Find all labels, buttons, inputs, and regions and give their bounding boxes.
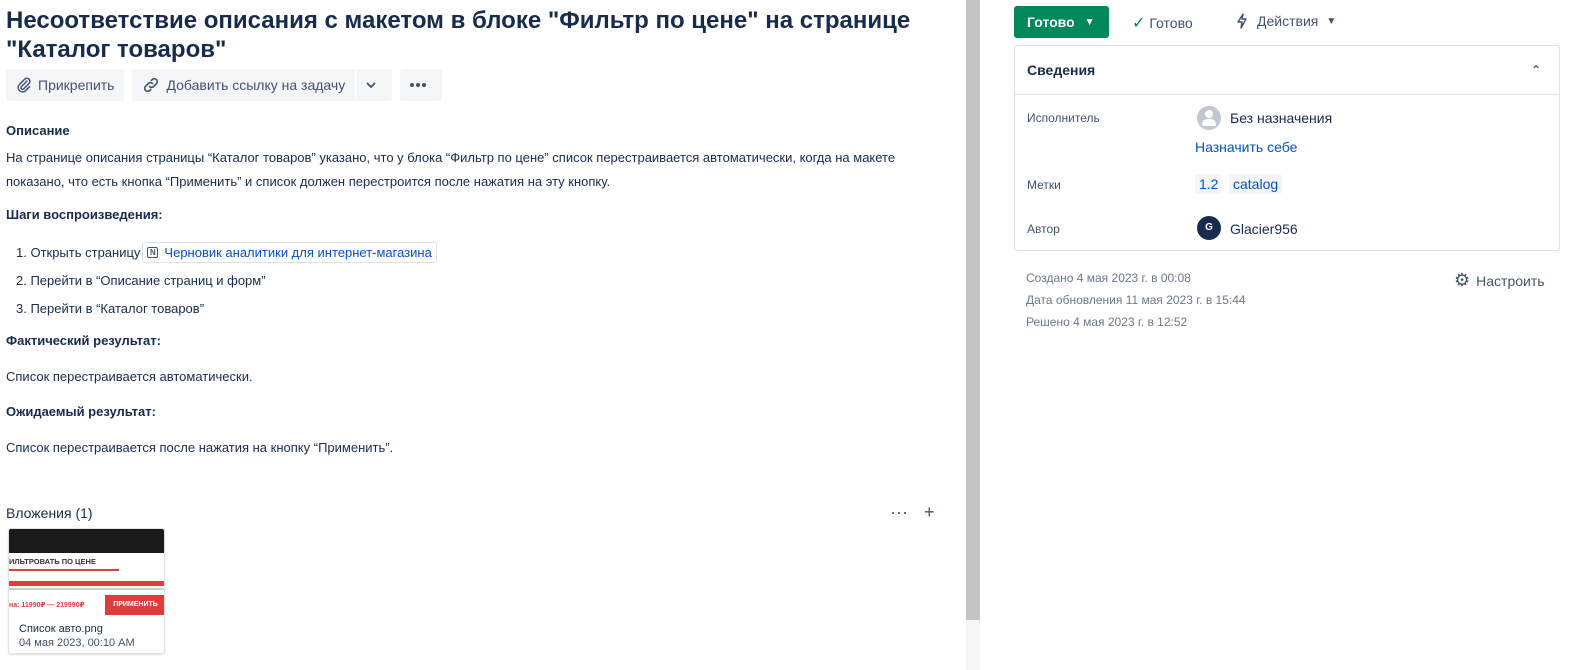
created-date: Создано 4 мая 2023 г. в 00:08 (1026, 271, 1191, 285)
details-panel: Сведения ⌃ Исполнитель Без назначения На… (1014, 45, 1560, 251)
chevron-down-icon: ▼ (1084, 16, 1095, 28)
assignee-value[interactable]: Без назначения (1230, 110, 1332, 126)
preview-divider (9, 588, 164, 590)
attachments-more-icon[interactable]: ··· (890, 502, 908, 522)
check-icon: ✓ (1132, 15, 1146, 32)
expected-result-heading: Ожидаемый результат: (6, 404, 156, 419)
notion-page-icon: N (147, 246, 159, 258)
confluence-page-link[interactable]: N Черновик аналитики для интернет-магази… (142, 241, 437, 263)
list-item: 1. Открыть страницу N Черновик аналитики… (16, 238, 437, 266)
actions-button-label: Действия (1257, 13, 1319, 29)
preview-price-range: на: 11990₽ — 219990₽ (9, 602, 85, 609)
resolution-indicator: ✓ Готово (1132, 13, 1193, 33)
details-header[interactable]: Сведения ⌃ (1015, 46, 1559, 95)
attach-button[interactable]: Прикрепить (6, 69, 125, 101)
description-text: На странице описания страницы “Каталог т… (6, 150, 896, 189)
issue-sidebar: Готово ▼ ✓ Готово Действия ▼ Сведения ⌃ … (980, 0, 1586, 670)
more-actions-button[interactable] (400, 69, 443, 101)
attachment-date: 04 мая 2023, 00:10 AM (19, 637, 135, 649)
chevron-down-icon (366, 82, 376, 89)
issue-title[interactable]: Несоответствие описания с макетом в блок… (6, 6, 956, 64)
link-issue-group: Добавить ссылку на задачу (132, 69, 393, 101)
attachment-preview-image: ИЛЬТРОВАТЬ ПО ЦЕНЕ на: 11990₽ — 219990₽ … (9, 529, 164, 617)
list-item: 2. Перейти в “Описание страниц и форм” (16, 266, 437, 294)
attachment-name: Список авто.png (19, 623, 103, 635)
description-heading: Описание (6, 123, 70, 138)
assign-to-me-link[interactable]: Назначить себе (1195, 139, 1297, 155)
link-issue-button-label: Добавить ссылку на задачу (166, 77, 346, 93)
link-icon (144, 77, 159, 93)
chevron-down-icon: ▼ (1326, 15, 1337, 27)
chevron-up-icon[interactable]: ⌃ (1531, 63, 1541, 77)
add-attachment-icon[interactable]: + (924, 502, 935, 522)
author-value[interactable]: Glacier956 (1230, 221, 1298, 237)
actual-result-text: Список перестраивается автоматически. (6, 369, 253, 384)
configure-label: Настроить (1476, 272, 1545, 289)
attach-button-label: Прикрепить (38, 77, 115, 93)
configure-button[interactable]: ⚙ Настроить (1454, 270, 1545, 291)
status-button-label: Готово (1027, 14, 1075, 30)
actions-button[interactable]: Действия ▼ (1235, 13, 1336, 29)
scrollbar-thumb[interactable] (966, 0, 980, 620)
list-item: 3. Перейти в “Каталог товаров” (16, 294, 437, 322)
paperclip-icon (17, 77, 31, 93)
expected-result-text: Список перестраивается после нажатия на … (6, 440, 394, 455)
resolved-date: Решено 4 мая 2023 г. в 12:52 (1026, 315, 1188, 329)
status-button[interactable]: Готово ▼ (1014, 6, 1109, 38)
actual-result-heading: Фактический результат: (6, 333, 161, 348)
avatar: G (1197, 216, 1221, 240)
issue-main-panel: Несоответствие описания с макетом в блок… (0, 0, 966, 670)
preview-apply-button: ПРИМЕНИТЬ (105, 595, 164, 615)
steps-list: 1. Открыть страницу N Черновик аналитики… (16, 238, 437, 322)
link-issue-button[interactable]: Добавить ссылку на задачу (132, 69, 355, 101)
attachments-actions: ··· + (890, 502, 935, 522)
preview-header-bar (9, 529, 164, 553)
issue-toolbar: Прикрепить Добавить ссылку на задачу (6, 69, 443, 101)
author-label: Автор (1027, 222, 1060, 236)
preview-range-slider (9, 581, 164, 586)
resolution-label: Готово (1149, 15, 1193, 31)
label-chip[interactable]: catalog (1229, 174, 1283, 194)
link-issue-dropdown-button[interactable] (356, 69, 392, 101)
preview-filter-title: ИЛЬТРОВАТЬ ПО ЦЕНЕ (9, 557, 96, 566)
preview-underline (9, 569, 119, 571)
label-chip[interactable]: 1.2 (1195, 174, 1223, 194)
more-icon (410, 83, 427, 87)
gear-icon: ⚙ (1454, 270, 1471, 290)
steps-heading: Шаги воспроизведения: (6, 207, 163, 222)
details-heading: Сведения (1027, 62, 1096, 78)
attachment-card[interactable]: ИЛЬТРОВАТЬ ПО ЦЕНЕ на: 11990₽ — 219990₽ … (8, 528, 165, 654)
assignee-label: Исполнитель (1027, 111, 1100, 125)
page-link-label: Черновик аналитики для интернет-магазина (164, 244, 432, 260)
avatar (1197, 106, 1221, 130)
step-text: 1. Открыть страницу (16, 244, 141, 260)
lightning-icon (1237, 13, 1247, 29)
step-text: 2. Перейти в “Описание страниц и форм” (16, 272, 266, 288)
updated-date: Дата обновления 11 мая 2023 г. в 15:44 (1026, 293, 1246, 307)
attachments-heading: Вложения (1) (6, 505, 93, 521)
labels-label: Метки (1027, 178, 1061, 192)
step-text: 3. Перейти в “Каталог товаров” (16, 300, 205, 316)
